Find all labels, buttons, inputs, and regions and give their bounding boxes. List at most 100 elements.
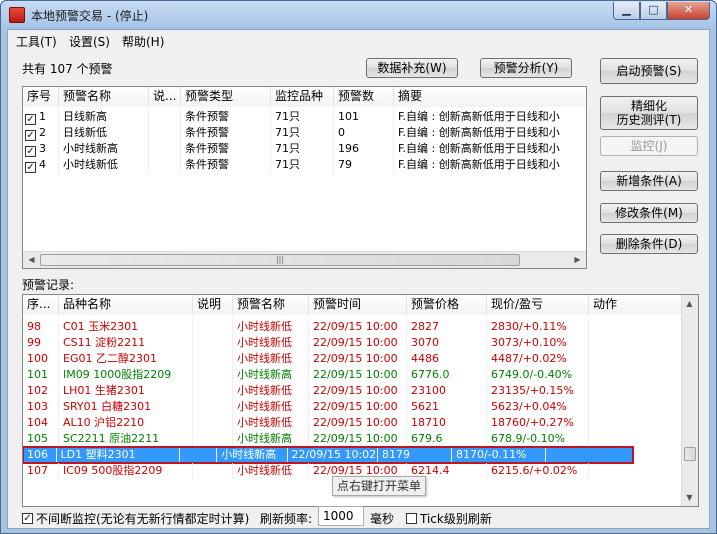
record-cell-instrument: LD1 塑料2301 (57, 447, 181, 463)
col-monitor-target[interactable]: 监控品种 (271, 87, 334, 107)
conditions-hscrollbar[interactable]: ◀ ||| ▶ (23, 251, 586, 268)
alert-record-row[interactable]: 99 CS11 淀粉2211 小时线新低 22/09/15 10:00 3070 3073… (23, 335, 683, 351)
alert-record-row[interactable]: 102 LH01 生猪2301 小时线新低 22/09/15 10:00 23100 23… (23, 383, 683, 399)
record-cell-action (589, 463, 683, 479)
continuous-monitor-option[interactable]: ✓ 不间断监控(无论有无新行情都定时计算) (22, 509, 249, 527)
instrument-name: 生猪2301 (94, 384, 145, 397)
condition-checkbox[interactable]: ✓ (25, 162, 36, 173)
condition-checkbox[interactable]: ✓ (25, 146, 36, 157)
instrument-name: 原油2211 (109, 432, 160, 445)
continuous-monitor-label: 不间断监控(无论有无新行情都定时计算) (36, 511, 250, 526)
instrument-code: CS11 (63, 336, 92, 349)
condition-cell-name: 小时线新高 (59, 141, 149, 157)
col-description[interactable]: 说... (149, 87, 181, 107)
record-cell-time: 22/09/15 10:00 (309, 335, 407, 351)
instrument-code: IC09 (63, 464, 88, 477)
alert-record-row[interactable]: 98 C01 玉米2301 小时线新低 22/09/15 10:00 2827 2830/… (23, 319, 683, 335)
instrument-name: 500股指2209 (91, 464, 163, 477)
col-action[interactable]: 动作 (589, 295, 683, 315)
record-cell-instrument: IC09 500股指2209 (59, 463, 193, 479)
menu-settings[interactable]: 设置(S) (69, 33, 110, 50)
tick-refresh-checkbox[interactable] (406, 512, 417, 524)
tick-refresh-option[interactable]: Tick级别刷新 (406, 509, 492, 527)
title-bar[interactable]: 本地预警交易 - (停止) ▁ □ ✕ (1, 1, 716, 29)
scroll-left-icon[interactable]: ◀ (24, 252, 39, 267)
modify-condition-button[interactable]: 修改条件(M) (600, 203, 698, 223)
col-alert[interactable]: 预警名称 (233, 295, 309, 315)
condition-cell-target: 71只 (271, 157, 334, 173)
close-button[interactable]: ✕ (667, 2, 710, 20)
condition-checkbox[interactable]: ✓ (25, 114, 36, 125)
record-cell-action (589, 351, 683, 367)
alert-record-row[interactable]: 103 SRY01 白糖2301 小时线新低 22/09/15 10:00 5621 56… (23, 399, 683, 415)
delete-condition-button[interactable]: 删除条件(D) (600, 234, 698, 254)
condition-row[interactable]: ✓ 2 日线新低 条件预警 71只 0 F.自编 : 创新高新低用于日线和小 (23, 125, 586, 141)
record-cell-action (589, 399, 683, 415)
record-cell-alert: 小时线新低 (233, 463, 309, 479)
col-alert-type[interactable]: 预警类型 (181, 87, 271, 107)
menu-tools[interactable]: 工具(T) (16, 33, 57, 50)
alert-analysis-button[interactable]: 预警分析(Y) (480, 58, 572, 78)
record-cell-pnl: 3073/+0.10% (487, 335, 589, 351)
minimize-button[interactable]: ▁ (613, 2, 640, 20)
col-summary[interactable]: 摘要 (394, 87, 586, 107)
record-cell-alert: 小时线新高 (233, 431, 309, 447)
record-cell-seq: 101 (23, 367, 59, 383)
col-instrument[interactable]: 品种名称 (59, 295, 193, 315)
record-cell-price: 6776.0 (407, 367, 487, 383)
col-alert-count[interactable]: 预警数 (334, 87, 394, 107)
record-cell-seq: 102 (23, 383, 59, 399)
menu-help[interactable]: 帮助(H) (122, 33, 164, 50)
scroll-down-icon[interactable]: ▼ (682, 490, 697, 505)
record-cell-pnl: 6749.0/-0.40% (487, 367, 589, 383)
start-alert-button[interactable]: 启动预警(S) (600, 58, 698, 84)
condition-cell-index: ✓ 3 (23, 141, 59, 157)
condition-cell-type: 条件预警 (181, 125, 271, 141)
data-supplement-button[interactable]: 数据补充(W) (366, 58, 458, 78)
alert-record-row[interactable]: 100 EG01 乙二醇2301 小时线新低 22/09/15 10:00 4486 44… (23, 351, 683, 367)
refine-backtest-button[interactable]: 精细化 历史测评(T) (600, 96, 698, 130)
alert-record-row[interactable]: 101 IM09 1000股指2209 小时线新高 22/09/15 10:00 677… (23, 367, 683, 383)
record-cell-time: 22/09/15 10:00 (309, 351, 407, 367)
alert-record-row[interactable]: 106 LD1 塑料2301 小时线新高 22/09/15 10:02 8179 8170… (23, 446, 634, 464)
condition-row[interactable]: ✓ 3 小时线新高 条件预警 71只 196 F.自编 : 创新高新低用于日线和小 (23, 141, 586, 157)
scroll-right-icon[interactable]: ▶ (570, 252, 585, 267)
instrument-name: 白糖2301 (101, 400, 152, 413)
condition-index: 1 (39, 110, 46, 123)
record-cell-action (589, 415, 683, 431)
record-cell-alert: 小时线新低 (233, 415, 309, 431)
record-cell-alert: 小时线新低 (233, 335, 309, 351)
records-vscrollbar[interactable]: ▲ ▼ (681, 295, 698, 506)
record-cell-instrument: CS11 淀粉2211 (59, 335, 193, 351)
condition-row[interactable]: ✓ 1 日线新高 条件预警 71只 101 F.自编 : 创新高新低用于日线和小 (23, 109, 586, 125)
record-cell-seq: 98 (23, 319, 59, 335)
refresh-rate-input[interactable] (318, 506, 364, 526)
condition-index: 4 (39, 158, 46, 171)
add-condition-button[interactable]: 新增条件(A) (600, 171, 698, 191)
col-alert-price[interactable]: 预警价格 (407, 295, 487, 315)
alert-record-row[interactable]: 104 AL10 沪铝2210 小时线新低 22/09/15 10:00 18710 18… (23, 415, 683, 431)
record-cell-price: 5621 (407, 399, 487, 415)
record-cell-note (193, 367, 233, 383)
scroll-up-icon[interactable]: ▲ (682, 296, 697, 311)
tick-refresh-label: Tick级别刷新 (420, 511, 492, 526)
col-alert-time[interactable]: 预警时间 (309, 295, 407, 315)
conditions-hscroll-thumb[interactable]: ||| (40, 254, 520, 266)
maximize-button[interactable]: □ (640, 2, 667, 20)
col-seq[interactable]: 序... (23, 295, 59, 315)
record-cell-seq: 100 (23, 351, 59, 367)
condition-checkbox[interactable]: ✓ (25, 130, 36, 141)
record-cell-action (589, 431, 683, 447)
condition-row[interactable]: ✓ 4 小时线新低 条件预警 71只 79 F.自编 : 创新高新低用于日线和小 (23, 157, 586, 173)
condition-cell-desc (149, 157, 181, 173)
record-cell-pnl: 4487/+0.02% (487, 351, 589, 367)
col-alert-name[interactable]: 预警名称 (59, 87, 149, 107)
continuous-monitor-checkbox[interactable]: ✓ (22, 512, 33, 524)
col-price-pnl[interactable]: 现价/盈亏 (487, 295, 589, 315)
condition-cell-desc (149, 109, 181, 125)
col-index[interactable]: 序号 (23, 87, 59, 107)
col-note[interactable]: 说明 (193, 295, 233, 315)
record-cell-pnl: 18760/+0.27% (487, 415, 589, 431)
alert-record-row[interactable]: 105 SC2211 原油2211 小时线新高 22/09/15 10:00 679.6… (23, 431, 683, 447)
records-vscroll-thumb[interactable] (684, 447, 696, 461)
